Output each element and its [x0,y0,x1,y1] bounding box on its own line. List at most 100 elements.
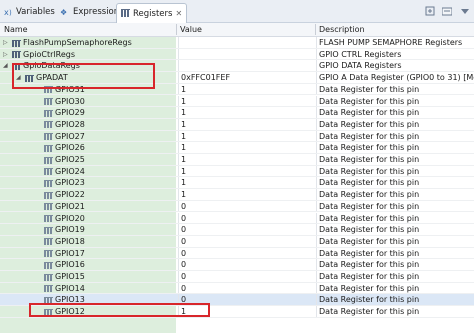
table-row[interactable]: GPIO15 0 Data Register for this pin [0,271,474,283]
row-name-cell: GPIO16 [0,259,176,270]
row-value-cell[interactable]: 0 [178,282,314,294]
register-icon [12,51,21,59]
highlight-box-gpiodataregs [12,63,155,89]
row-name-cell: GPIO28 [0,119,176,130]
view-menu-icon[interactable] [460,6,470,16]
row-description-cell: GPIO DATA Registers [316,60,474,72]
variables-icon: x ) [4,8,12,17]
table-row[interactable]: GPIO18 0 Data Register for this pin [0,235,474,248]
row-value-cell[interactable]: 1 [178,83,314,95]
bitfield-icon [44,250,53,258]
row-value-cell[interactable]: 1 [178,154,314,165]
expanded-arrow-icon[interactable]: ◢ [3,60,8,71]
row-name-label: GPIO28 [55,119,85,129]
table-row[interactable]: GPIO14 0 Data Register for this pin [0,282,474,295]
row-value-cell[interactable]: 0 [178,271,314,282]
row-value-cell[interactable]: 1 [178,165,314,177]
svg-text:): ) [9,9,12,17]
row-name-cell: GPIO26 [0,142,176,153]
row-name-label: GPIO25 [55,155,85,164]
table-row[interactable]: GPIO25 1 Data Register for this pin [0,154,474,166]
table-row[interactable]: GPIO24 1 Data Register for this pin [0,165,474,178]
row-name-label: GPIO19 [55,225,85,235]
row-value-cell[interactable]: 1 [178,118,314,130]
row-description-cell: Data Register for this pin [316,95,474,107]
row-name-label: FlashPumpSemaphoreRegs [23,38,132,47]
view-tab-bar: x ) Variables ❖ Expressions Registers ✕ [0,0,474,23]
bitfield-icon [44,156,53,164]
row-value-cell[interactable]: 0 [178,200,314,212]
row-description-cell: Data Register for this pin [316,200,474,212]
table-row[interactable]: ▷ FlashPumpSemaphoreRegs FLASH PUMP SEMAPH… [0,37,474,49]
table-row[interactable]: ▷ GpioCtrlRegs GPIO CTRL Registers [0,48,474,61]
tab-variables[interactable]: x ) Variables [4,3,55,22]
table-row[interactable]: GPIO17 0 Data Register for this pin [0,247,474,260]
row-description-cell: Data Register for this pin [316,177,474,189]
bitfield-icon [44,285,53,293]
header-name[interactable]: Name [4,23,28,36]
row-description-cell: Data Register for this pin [316,282,474,294]
bitfield-icon [44,261,53,269]
expressions-icon: ❖ [60,8,67,17]
row-name-cell: GPIO19 [0,224,176,235]
table-row[interactable]: GPIO21 0 Data Register for this pin [0,200,474,213]
bitfield-icon [44,133,53,141]
row-value-cell[interactable] [178,48,314,60]
table-row[interactable]: GPIO19 0 Data Register for this pin [0,224,474,236]
row-name-cell: GPIO14 [0,283,176,294]
table-row[interactable]: GPIO30 1 Data Register for this pin [0,95,474,108]
row-name-cell: GPIO17 [0,248,176,259]
table-row[interactable]: GPIO20 0 Data Register for this pin [0,212,474,225]
table-row[interactable]: GPIO27 1 Data Register for this pin [0,130,474,143]
collapsed-arrow-icon[interactable]: ▷ [3,49,8,60]
row-name-cell: GPIO24 [0,166,176,177]
row-value-cell[interactable]: 0 [178,235,314,247]
table-row[interactable]: GPIO29 1 Data Register for this pin [0,107,474,119]
collapsed-arrow-icon[interactable]: ▷ [3,37,8,48]
row-value-cell[interactable]: 1 [178,189,314,200]
svg-text:❖: ❖ [60,8,67,17]
row-value-cell[interactable]: 1 [178,107,314,118]
row-value-cell[interactable]: 1 [178,142,314,153]
table-row[interactable]: GPIO28 1 Data Register for this pin [0,118,474,131]
header-description[interactable]: Description [319,23,365,36]
bitfield-icon [44,98,53,105]
row-name-cell: GPIO30 [0,96,176,107]
tab-registers[interactable]: Registers ✕ [116,3,188,23]
row-value-cell[interactable]: 0 [178,212,314,224]
row-name-label: GPIO24 [55,166,85,176]
table-row[interactable]: GPIO23 1 Data Register for this pin [0,177,474,190]
row-name-cell: GPIO27 [0,131,176,142]
row-name-cell: ▷ GpioCtrlRegs [0,49,176,60]
row-name-label: GPIO16 [55,260,85,270]
bitfield-icon [44,273,53,281]
row-value-cell[interactable]: 0 [178,224,314,235]
row-name-cell: GPIO21 [0,201,176,212]
row-value-cell[interactable]: 1 [178,95,314,107]
row-value-cell[interactable]: 1 [178,130,314,142]
highlight-box-gpio13 [29,303,210,317]
row-description-cell: Data Register for this pin [316,259,474,270]
bitfield-icon [44,144,53,152]
table-row[interactable]: GPIO16 0 Data Register for this pin [0,259,474,271]
row-name-label: GPIO14 [55,283,85,293]
close-tab-icon[interactable]: ✕ [175,9,182,18]
registers-icon [121,9,130,17]
row-value-cell[interactable] [178,60,314,72]
column-header: Name Value Description [0,23,474,37]
row-value-cell[interactable]: 0xFFC01FEF [178,72,314,83]
row-description-cell: Data Register for this pin [316,154,474,165]
table-row[interactable]: GPIO22 1 Data Register for this pin [0,189,474,201]
row-description-cell: Data Register for this pin [316,212,474,224]
row-value-cell[interactable] [178,37,314,48]
header-value[interactable]: Value [180,23,202,36]
row-description-cell: Data Register for this pin [316,247,474,259]
row-value-cell[interactable]: 0 [178,247,314,259]
tab-expressions[interactable]: ❖ Expressions [60,3,124,22]
row-value-cell[interactable]: 0 [178,259,314,270]
row-description-cell: Data Register for this pin [316,142,474,153]
collapse-all-icon[interactable] [442,6,453,16]
table-row[interactable]: GPIO26 1 Data Register for this pin [0,142,474,154]
new-group-icon[interactable] [425,6,435,16]
row-value-cell[interactable]: 1 [178,177,314,189]
